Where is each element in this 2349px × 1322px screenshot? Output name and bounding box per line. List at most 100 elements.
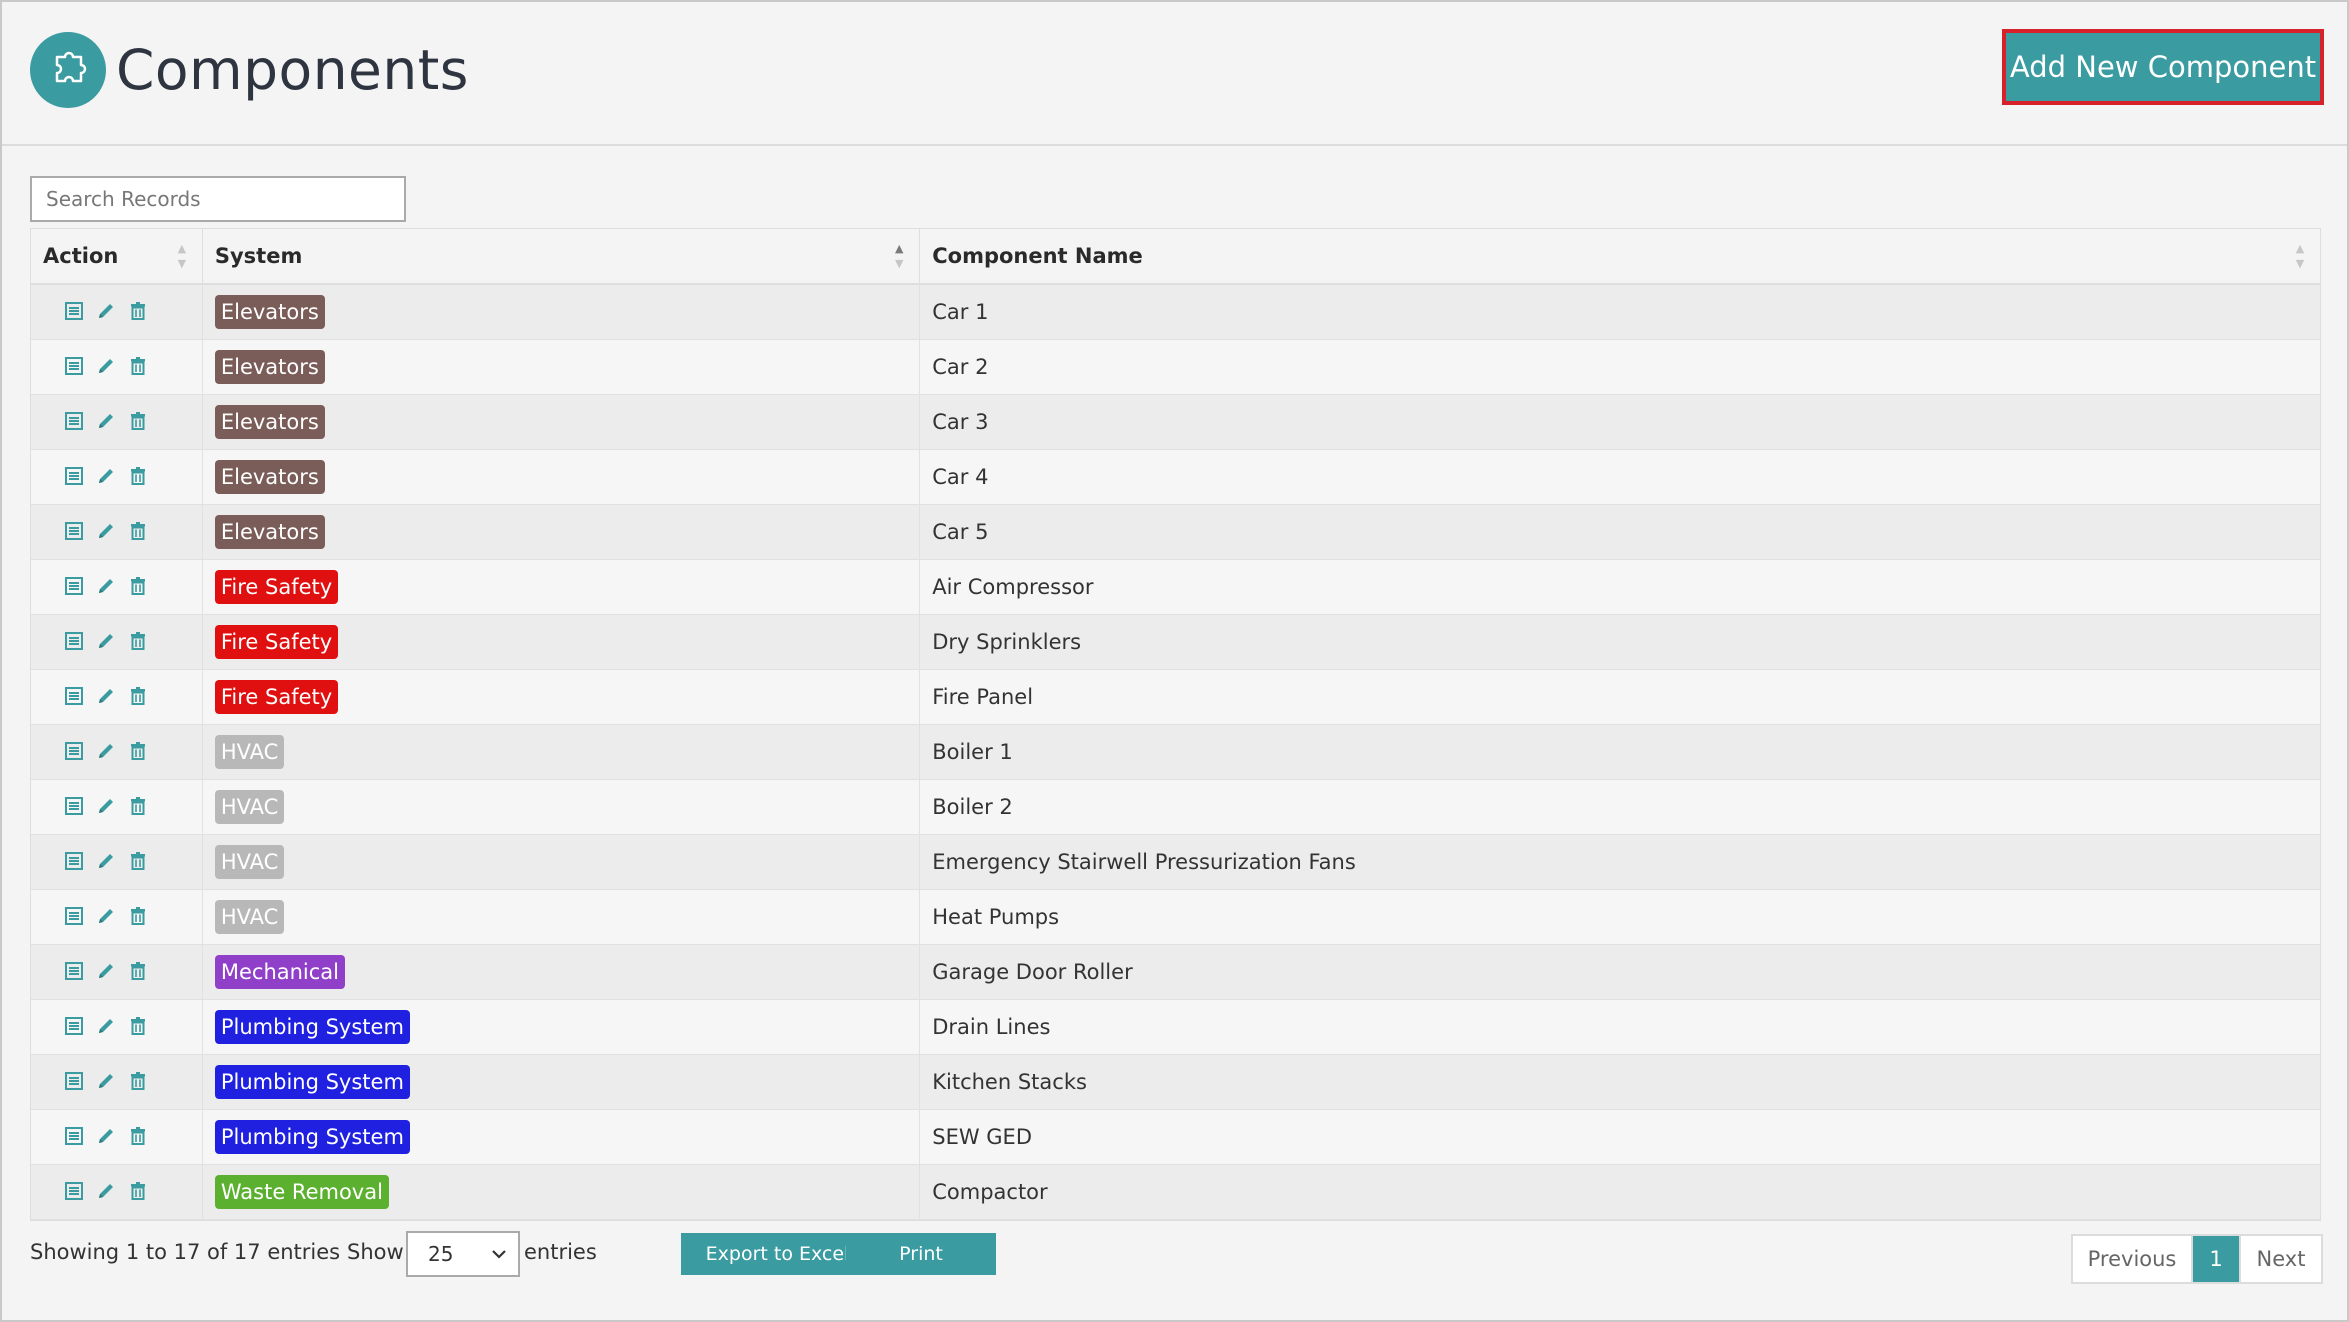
delete-icon[interactable] bbox=[127, 685, 151, 709]
edit-icon[interactable] bbox=[95, 685, 119, 709]
action-cell bbox=[31, 285, 203, 339]
table-row: Plumbing System Kitchen Stacks bbox=[31, 1055, 2320, 1110]
action-cell bbox=[31, 890, 203, 944]
view-icon[interactable] bbox=[63, 905, 87, 929]
action-cell bbox=[31, 1000, 203, 1054]
delete-icon[interactable] bbox=[127, 575, 151, 599]
delete-icon[interactable] bbox=[127, 355, 151, 379]
print-button[interactable]: Print bbox=[846, 1233, 996, 1275]
table-row: Waste Removal Compactor bbox=[31, 1165, 2320, 1220]
view-icon[interactable] bbox=[63, 1125, 87, 1149]
edit-icon[interactable] bbox=[95, 465, 119, 489]
delete-icon[interactable] bbox=[127, 1125, 151, 1149]
add-new-component-label: Add New Component bbox=[2009, 50, 2317, 84]
column-header-component-name[interactable]: Component Name ▲ ▼ bbox=[920, 229, 2320, 283]
system-badge: Mechanical bbox=[214, 955, 346, 989]
view-icon[interactable] bbox=[63, 355, 87, 379]
view-icon[interactable] bbox=[63, 575, 87, 599]
edit-icon[interactable] bbox=[95, 795, 119, 819]
edit-icon[interactable] bbox=[95, 520, 119, 544]
edit-icon[interactable] bbox=[95, 1070, 119, 1094]
delete-icon[interactable] bbox=[127, 795, 151, 819]
edit-icon[interactable] bbox=[95, 905, 119, 929]
component-name-cell: Fire Panel bbox=[932, 685, 1034, 709]
system-cell: Fire Safety bbox=[203, 670, 921, 724]
system-badge: Plumbing System bbox=[214, 1065, 410, 1099]
column-header-action[interactable]: Action ▲ ▼ bbox=[31, 229, 203, 283]
component-name-cell: Car 3 bbox=[932, 410, 989, 434]
add-new-component-button[interactable]: Add New Component bbox=[2002, 29, 2324, 105]
table-row: Elevators Car 1 bbox=[31, 285, 2320, 340]
system-badge: Fire Safety bbox=[214, 680, 339, 714]
component-name-cell: Boiler 2 bbox=[932, 795, 1013, 819]
component-name-cell: Car 2 bbox=[932, 355, 989, 379]
component-name-cell: Emergency Stairwell Pressurization Fans bbox=[932, 850, 1356, 874]
system-cell: Plumbing System bbox=[203, 1000, 921, 1054]
delete-icon[interactable] bbox=[127, 300, 151, 324]
view-icon[interactable] bbox=[63, 850, 87, 874]
action-cell bbox=[31, 780, 203, 834]
view-icon[interactable] bbox=[63, 410, 87, 434]
delete-icon[interactable] bbox=[127, 960, 151, 984]
edit-icon[interactable] bbox=[95, 300, 119, 324]
delete-icon[interactable] bbox=[127, 740, 151, 764]
delete-icon[interactable] bbox=[127, 905, 151, 929]
component-name-cell: Compactor bbox=[932, 1180, 1048, 1204]
edit-icon[interactable] bbox=[95, 355, 119, 379]
delete-icon[interactable] bbox=[127, 850, 151, 874]
delete-icon[interactable] bbox=[127, 1070, 151, 1094]
components-table: Action ▲ ▼ System ▲ ▼ Component Name ▲ ▼ El… bbox=[30, 228, 2321, 1221]
action-cell bbox=[31, 835, 203, 889]
previous-page-button[interactable]: Previous bbox=[2073, 1236, 2193, 1282]
delete-icon[interactable] bbox=[127, 1015, 151, 1039]
delete-icon[interactable] bbox=[127, 410, 151, 434]
view-icon[interactable] bbox=[63, 465, 87, 489]
table-row: Plumbing System SEW GED bbox=[31, 1110, 2320, 1165]
delete-icon[interactable] bbox=[127, 1180, 151, 1204]
delete-icon[interactable] bbox=[127, 630, 151, 654]
chevron-down-icon bbox=[492, 1250, 506, 1259]
component-name-cell: Car 4 bbox=[932, 465, 989, 489]
column-header-system[interactable]: System ▲ ▼ bbox=[203, 229, 921, 283]
view-icon[interactable] bbox=[63, 1015, 87, 1039]
search-input[interactable] bbox=[30, 176, 406, 222]
edit-icon[interactable] bbox=[95, 740, 119, 764]
component-name-cell: Drain Lines bbox=[932, 1015, 1051, 1039]
system-badge: Elevators bbox=[214, 460, 325, 494]
table-row: Mechanical Garage Door Roller bbox=[31, 945, 2320, 1000]
edit-icon[interactable] bbox=[95, 850, 119, 874]
page-size-select[interactable]: 25 bbox=[406, 1231, 520, 1277]
page-title: Components bbox=[116, 38, 469, 102]
edit-icon[interactable] bbox=[95, 1180, 119, 1204]
delete-icon[interactable] bbox=[127, 465, 151, 489]
view-icon[interactable] bbox=[63, 1070, 87, 1094]
edit-icon[interactable] bbox=[95, 1125, 119, 1149]
action-cell bbox=[31, 505, 203, 559]
view-icon[interactable] bbox=[63, 685, 87, 709]
view-icon[interactable] bbox=[63, 300, 87, 324]
entries-label: entries bbox=[524, 1240, 597, 1264]
edit-icon[interactable] bbox=[95, 575, 119, 599]
page-1-button[interactable]: 1 bbox=[2193, 1236, 2239, 1282]
view-icon[interactable] bbox=[63, 630, 87, 654]
action-cell bbox=[31, 945, 203, 999]
edit-icon[interactable] bbox=[95, 960, 119, 984]
view-icon[interactable] bbox=[63, 795, 87, 819]
edit-icon[interactable] bbox=[95, 1015, 119, 1039]
edit-icon[interactable] bbox=[95, 630, 119, 654]
table-header: Action ▲ ▼ System ▲ ▼ Component Name ▲ ▼ bbox=[31, 229, 2320, 285]
delete-icon[interactable] bbox=[127, 520, 151, 544]
view-icon[interactable] bbox=[63, 520, 87, 544]
system-cell: Mechanical bbox=[203, 945, 921, 999]
table-row: HVAC Emergency Stairwell Pressurization F… bbox=[31, 835, 2320, 890]
view-icon[interactable] bbox=[63, 740, 87, 764]
system-badge: HVAC bbox=[214, 900, 285, 934]
system-badge: Elevators bbox=[214, 405, 325, 439]
view-icon[interactable] bbox=[63, 1180, 87, 1204]
edit-icon[interactable] bbox=[95, 410, 119, 434]
table-row: Plumbing System Drain Lines bbox=[31, 1000, 2320, 1055]
next-page-button[interactable]: Next bbox=[2239, 1236, 2321, 1282]
table-row: Fire Safety Dry Sprinklers bbox=[31, 615, 2320, 670]
action-cell bbox=[31, 1055, 203, 1109]
view-icon[interactable] bbox=[63, 960, 87, 984]
